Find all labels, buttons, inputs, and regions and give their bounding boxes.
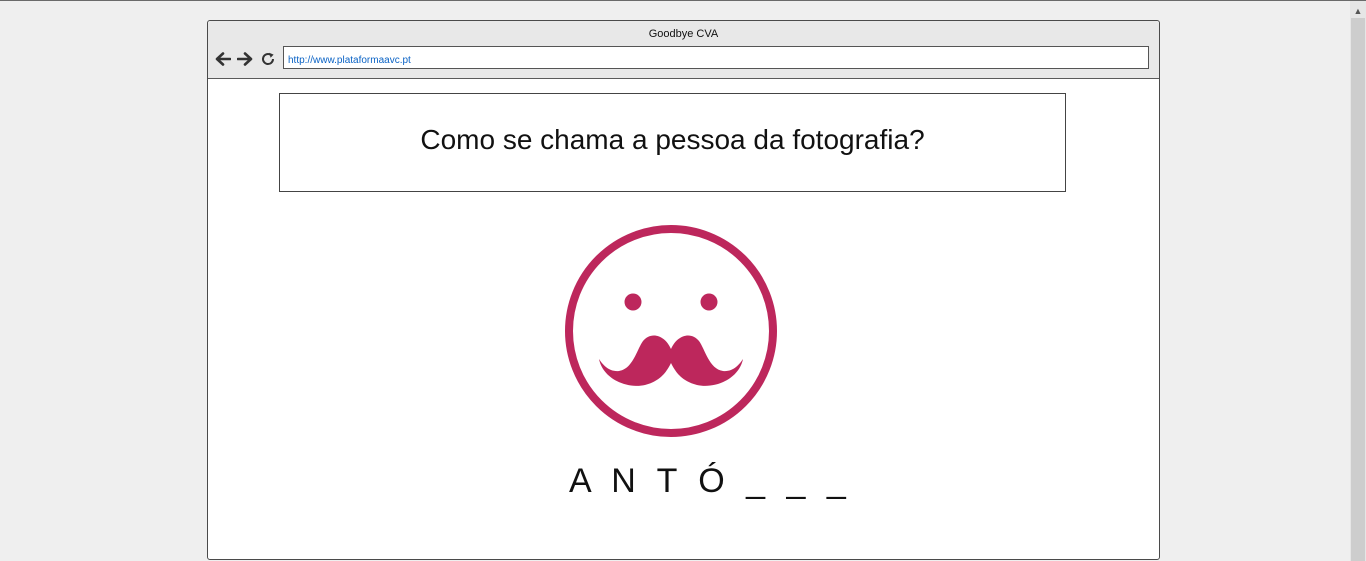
forward-button[interactable] xyxy=(236,50,254,68)
browser-toolbar: Goodbye CVA http://www.plataformaavc.pt xyxy=(208,21,1159,79)
window-title: Goodbye CVA xyxy=(648,28,719,40)
reload-icon xyxy=(262,52,275,65)
top-border xyxy=(0,0,1366,1)
url-input[interactable]: http://www.plataformaavc.pt xyxy=(283,46,1149,69)
arrow-right-icon xyxy=(237,52,253,66)
arrow-left-icon xyxy=(215,52,231,66)
scroll-up-icon[interactable]: ▲ xyxy=(1350,1,1366,17)
back-button[interactable] xyxy=(214,50,232,68)
mustache-face-icon xyxy=(565,225,777,437)
vertical-scrollbar[interactable]: ▲ xyxy=(1350,1,1366,561)
question-text: Como se chama a pessoa da fotografia? xyxy=(420,124,925,155)
browser-window: Goodbye CVA http://www.plataformaavc.pt … xyxy=(207,20,1160,560)
reload-button[interactable] xyxy=(259,50,277,68)
question-box: Como se chama a pessoa da fotografia? xyxy=(279,93,1066,192)
answer-hint: A N T Ó _ _ _ xyxy=(569,462,852,500)
scroll-thumb[interactable] xyxy=(1351,18,1365,561)
